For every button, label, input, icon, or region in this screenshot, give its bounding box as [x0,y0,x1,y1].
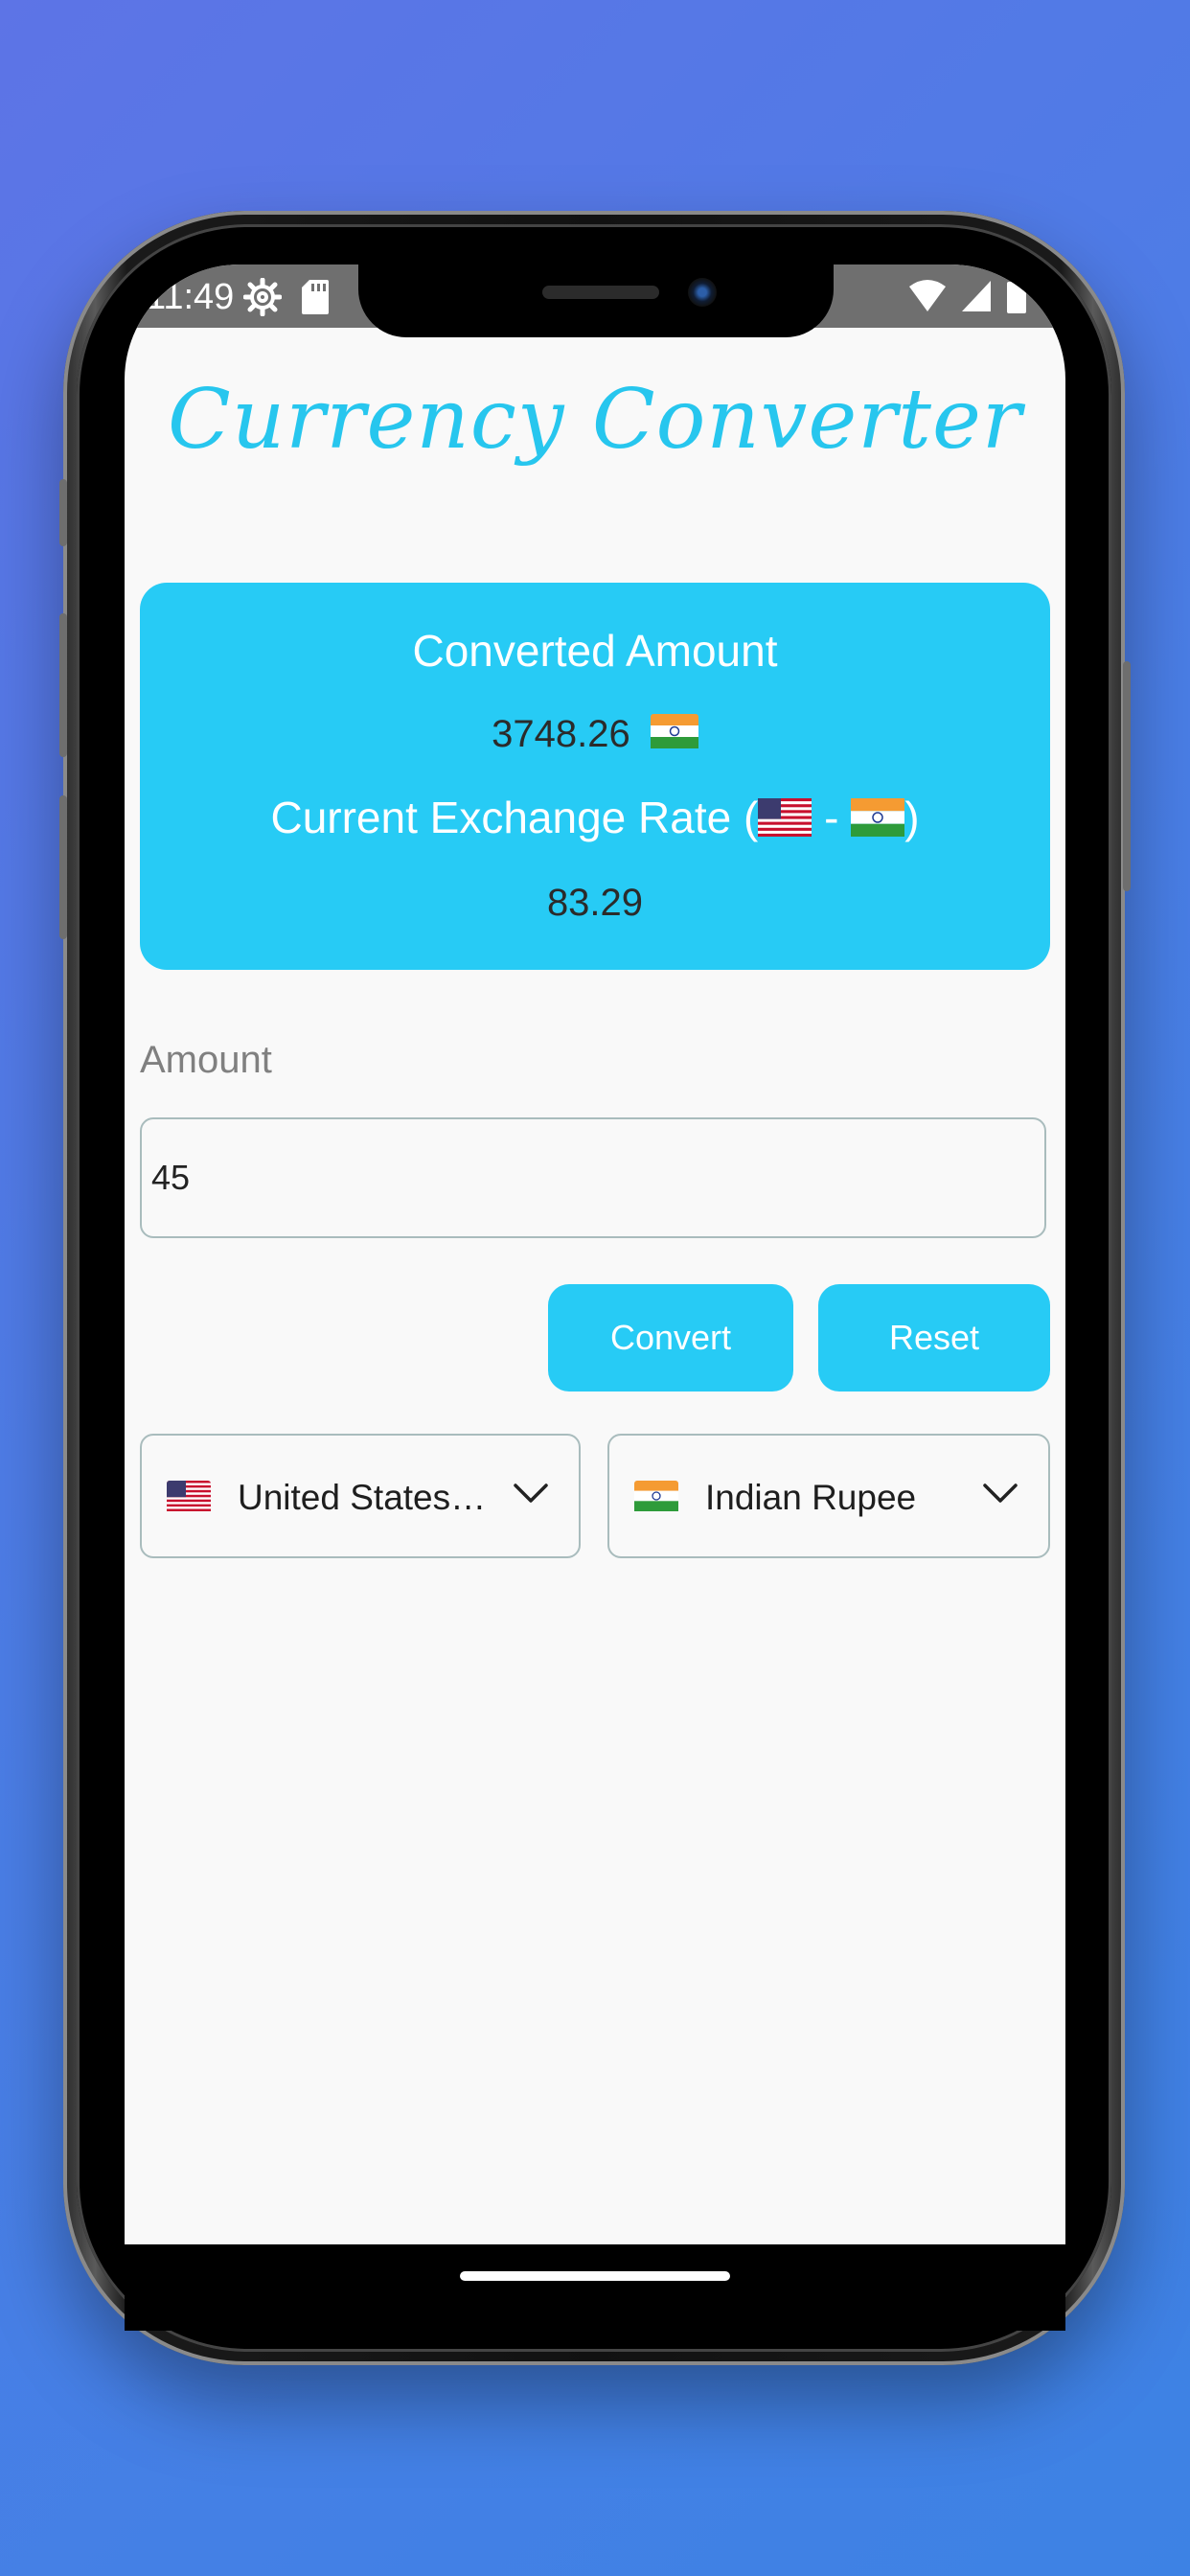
us-flag-icon [758,795,812,847]
result-card: Converted Amount 3748.26 Current Exchang… [140,583,1050,970]
app-title: Currency Converter [168,372,1022,468]
chevron-down-icon [983,1484,1018,1509]
mute-switch [59,479,67,546]
power-button [1123,661,1131,891]
india-flag-icon [634,1481,678,1516]
cell-signal-icon [960,279,993,318]
chevron-down-icon [514,1484,548,1509]
amount-input[interactable] [140,1117,1046,1238]
amount-label: Amount [140,1039,272,1081]
home-indicator[interactable] [460,2271,730,2281]
exchange-rate-value: 83.29 [546,882,644,924]
app-screen: 11:49 Currency Converter Converted Amoun… [125,264,1065,2244]
india-flag-icon [851,795,905,847]
to-currency-dropdown[interactable]: Indian Rupee [607,1434,1050,1558]
converted-amount-value: 3748.26 [492,713,630,755]
from-currency-label: United States… [238,1478,487,1517]
front-camera [688,278,717,307]
volume-up-button [59,613,67,757]
sd-card-icon [301,279,330,320]
us-flag-icon [167,1481,211,1516]
converted-amount-row: 3748.26 [140,713,1050,758]
convert-button[interactable]: Convert [548,1284,793,1392]
battery-icon [1006,278,1027,319]
india-flag-icon [650,714,698,758]
to-currency-label: Indian Rupee [705,1478,917,1517]
from-currency-dropdown[interactable]: United States… [140,1434,581,1558]
earpiece-speaker [542,286,659,299]
exchange-rate-label: Current Exchange Rate ( -) [140,792,1050,847]
settings-gear-icon [242,277,283,321]
reset-button[interactable]: Reset [818,1284,1050,1392]
status-time: 11:49 [146,277,235,317]
navigation-bar [125,2244,1065,2331]
camera-notch [358,264,834,337]
converted-amount-label: Converted Amount [412,626,778,676]
wifi-icon [908,279,947,318]
volume-down-button [59,795,67,939]
